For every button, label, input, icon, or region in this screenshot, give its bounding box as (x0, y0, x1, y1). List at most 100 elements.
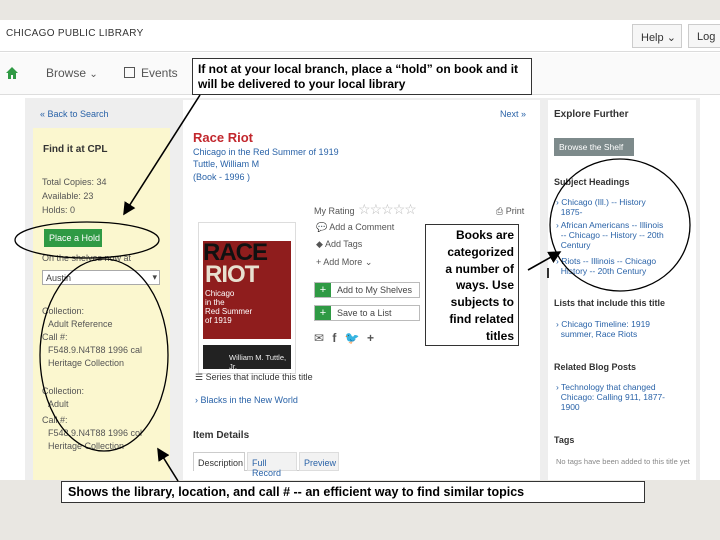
cover-subtitle: Chicago in the Red Summer of 1919 (205, 289, 252, 325)
lists-heading: Lists that include this title (554, 298, 666, 308)
branch-select-value: Austin (46, 273, 72, 283)
rating-stars[interactable]: ☆☆☆☆☆ (358, 201, 417, 218)
help-button[interactable]: Help ⌄ (632, 24, 682, 48)
comment-icon: 💬 (316, 222, 328, 232)
add-shelves-button[interactable]: + Add to My Shelves (314, 282, 420, 298)
save-list-button[interactable]: + Save to a List (314, 305, 420, 321)
twitter-icon[interactable]: 🐦 (345, 331, 360, 345)
tag-icon: ◆ (316, 239, 323, 249)
call-number-1: F548.9.N4T88 1996 cal (48, 345, 143, 355)
plus-icon: + (315, 283, 331, 297)
call-location-1: Heritage Collection (48, 358, 125, 368)
subjects-callout-line2: categorized (447, 244, 514, 259)
find-title: Find it at CPL (43, 144, 108, 155)
dropdown-arrow-icon: ▾ (152, 272, 157, 282)
holds-count: Holds: 0 (42, 205, 76, 215)
call-number-2: F548.9.N4T88 1996 col (48, 428, 143, 438)
library-logo[interactable]: CHICAGO PUBLIC LIBRARY (6, 28, 144, 39)
add-more-label: Add More (323, 257, 363, 267)
subjects-callout: Books are categorized a number of ways. … (425, 224, 519, 346)
subject-1-line2: 1875- (560, 207, 583, 217)
cover-sub3: Red Summer (205, 307, 253, 316)
cover-sub1: Chicago (205, 289, 235, 298)
facebook-icon[interactable]: f (332, 331, 336, 345)
next-link[interactable]: Next » (500, 109, 526, 119)
subject-2-line2: -- Chicago -- History -- 20th (560, 230, 664, 240)
star-icon[interactable]: ☆ (404, 201, 417, 217)
list-link-line1: Chicago Timeline: 1919 (561, 319, 651, 329)
chevron-down-icon: ⌄ (666, 32, 676, 44)
subject-link-1[interactable]: › Chicago (Ill.) -- History 1875- (556, 197, 646, 217)
details-tabs: Description Full Record Preview (193, 452, 339, 478)
tab-description[interactable]: Description (193, 452, 245, 471)
tab-full-record[interactable]: Full Record (247, 452, 297, 478)
subjects-callout-line7: titles (485, 328, 514, 343)
explore-panel (548, 100, 696, 480)
star-icon[interactable]: ☆ (370, 201, 383, 217)
list-link-line2: summer, Race Riots (560, 329, 638, 339)
subject-link-3[interactable]: › Riots -- Illinois -- Chicago History -… (556, 256, 656, 276)
series-heading-label: Series that include this title (205, 372, 313, 382)
print-button[interactable]: ⎙ Print (496, 206, 524, 217)
printer-icon: ⎙ (496, 206, 504, 216)
book-cover[interactable]: RACE RIOT Chicago in the Red Summer of 1… (198, 222, 296, 374)
star-icon[interactable]: ☆ (393, 201, 406, 217)
book-author[interactable]: Tuttle, William M (193, 159, 259, 169)
add-shelves-label: Add to My Shelves (337, 285, 413, 295)
subjects-callout-line5: subjects to (450, 295, 514, 310)
calendar-icon (124, 67, 135, 78)
branch-select[interactable]: Austin ▾ (42, 270, 160, 285)
nav-events[interactable]: Events (124, 66, 178, 80)
share-more-icon[interactable]: + (367, 331, 374, 345)
star-icon[interactable]: ☆ (358, 201, 371, 217)
blog-link-line2: Chicago: Calling 911, 1877- (560, 392, 666, 402)
add-more-link[interactable]: + Add More ⌄ (316, 257, 372, 268)
series-heading: ☰ Series that include this title (195, 372, 313, 383)
blog-link[interactable]: › Technology that changed Chicago: Calli… (556, 382, 665, 412)
star-icon[interactable]: ☆ (381, 201, 394, 217)
subject-3-line2: History -- 20th Century (560, 266, 647, 276)
add-tags-link[interactable]: ◆ Add Tags (316, 239, 362, 250)
browse-shelf-button[interactable]: Browse the Shelf (554, 138, 634, 156)
plus-icon: + (316, 257, 322, 267)
home-icon[interactable] (5, 66, 19, 80)
print-label: Print (505, 206, 525, 216)
collection-label-1: Collection: (42, 306, 85, 316)
back-to-search-link[interactable]: « Back to Search (40, 109, 109, 119)
chevron-down-icon: ⌄ (364, 257, 373, 267)
help-label: Help (641, 32, 664, 44)
nav-browse[interactable]: Browse ⌄ (46, 66, 98, 80)
book-format: (Book - 1996 ) (193, 172, 251, 182)
login-button[interactable]: Log (688, 24, 720, 48)
nav-events-label: Events (141, 66, 178, 80)
subjects-callout-line6: find related (449, 311, 514, 326)
chevron-down-icon: ⌄ (89, 69, 98, 80)
book-subtitle: Chicago in the Red Summer of 1919 (193, 147, 339, 157)
subject-link-2[interactable]: › African Americans -- Illinois -- Chica… (556, 220, 664, 250)
list-icon: ☰ (195, 372, 204, 382)
place-hold-button[interactable]: Place a Hold (44, 229, 102, 247)
cover-sub2: in the (205, 298, 225, 307)
series-item-label: Blacks in the New World (200, 395, 298, 405)
subjects-callout-line4: ways. Use (455, 278, 514, 293)
tab-preview[interactable]: Preview (299, 452, 339, 471)
series-item-link[interactable]: › Blacks in the New World (195, 395, 298, 405)
subject-2-line3: Century (560, 240, 591, 250)
collection-label-2: Collection: (42, 386, 85, 396)
tags-heading: Tags (554, 435, 575, 445)
add-tags-label: Add Tags (324, 239, 363, 249)
email-icon[interactable]: ✉ (314, 331, 324, 345)
plus-icon: + (315, 306, 331, 320)
share-row: ✉ f 🐦 + (314, 331, 374, 345)
subject-1-line1: Chicago (Ill.) -- History (561, 197, 646, 207)
shelves-label: On the shelves now at (42, 253, 132, 263)
cover-sub4: of 1919 (205, 316, 232, 325)
available-copies: Available: 23 (42, 191, 94, 201)
book-title: Race Riot (193, 130, 253, 145)
nav-browse-label: Browse (46, 66, 87, 80)
add-comment-link[interactable]: 💬 Add a Comment (316, 222, 394, 233)
list-link[interactable]: › Chicago Timeline: 1919 summer, Race Ri… (556, 319, 650, 339)
tags-empty-text: No tags have been added to this title ye… (556, 457, 690, 466)
subjects-callout-line3: a number of (445, 261, 514, 276)
call-label-2: Call #: (42, 415, 68, 425)
